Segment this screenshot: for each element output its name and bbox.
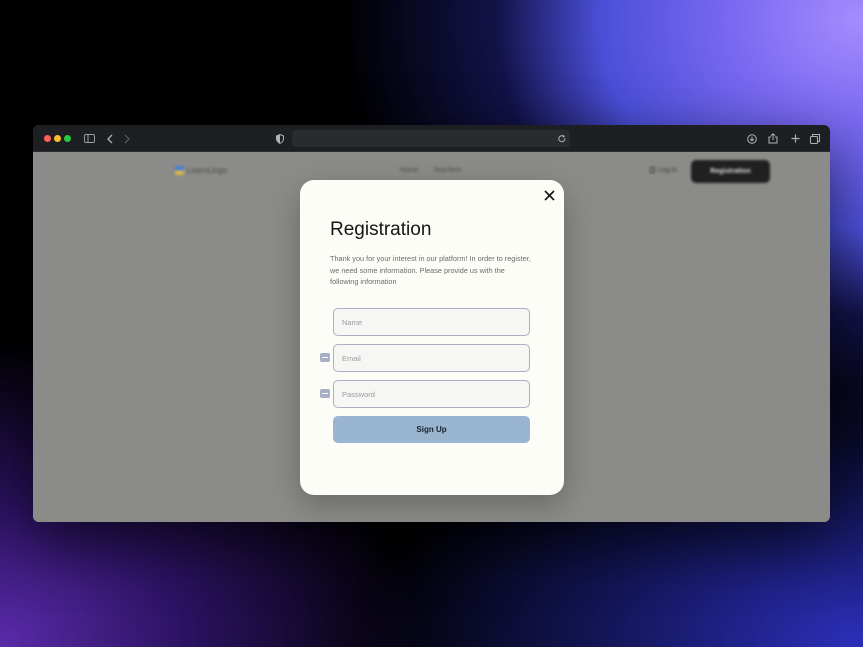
close-icon[interactable]	[540, 186, 558, 204]
registration-modal: Registration Thank you for your interest…	[300, 180, 564, 495]
new-tab-icon[interactable]	[789, 131, 801, 146]
reload-icon[interactable]	[557, 131, 567, 146]
login-label: Log in	[658, 167, 678, 174]
close-window-button[interactable]	[44, 135, 51, 142]
nav-link-teachers[interactable]: Teachers	[433, 167, 461, 174]
tabs-overview-icon[interactable]	[809, 131, 821, 146]
address-bar[interactable]	[292, 130, 570, 147]
logo-icon	[175, 166, 184, 175]
site-logo[interactable]: LearnLingo	[175, 166, 227, 175]
zoom-window-button[interactable]	[64, 135, 71, 142]
download-icon[interactable]	[746, 131, 758, 146]
sign-up-button[interactable]: Sign Up	[333, 416, 530, 443]
autofill-key-icon[interactable]	[320, 353, 330, 362]
login-icon	[650, 167, 655, 173]
name-field[interactable]	[333, 308, 530, 336]
autofill-key-icon[interactable]	[320, 389, 330, 398]
login-link[interactable]: Log in	[650, 167, 677, 174]
minimize-window-button[interactable]	[54, 135, 61, 142]
nav-link-home[interactable]: Home	[400, 167, 419, 174]
header-registration-button[interactable]: Registration	[691, 160, 770, 183]
brand-name: LearnLingo	[187, 166, 228, 175]
browser-titlebar	[33, 125, 830, 152]
password-field[interactable]	[333, 380, 530, 408]
forward-icon[interactable]	[122, 131, 132, 146]
shield-icon	[275, 131, 285, 146]
email-field[interactable]	[333, 344, 530, 372]
back-icon[interactable]	[105, 131, 115, 146]
modal-title: Registration	[330, 219, 432, 240]
modal-description: Thank you for your interest in our platf…	[330, 254, 531, 286]
share-icon[interactable]	[767, 131, 779, 146]
sidebar-icon[interactable]	[83, 131, 95, 146]
